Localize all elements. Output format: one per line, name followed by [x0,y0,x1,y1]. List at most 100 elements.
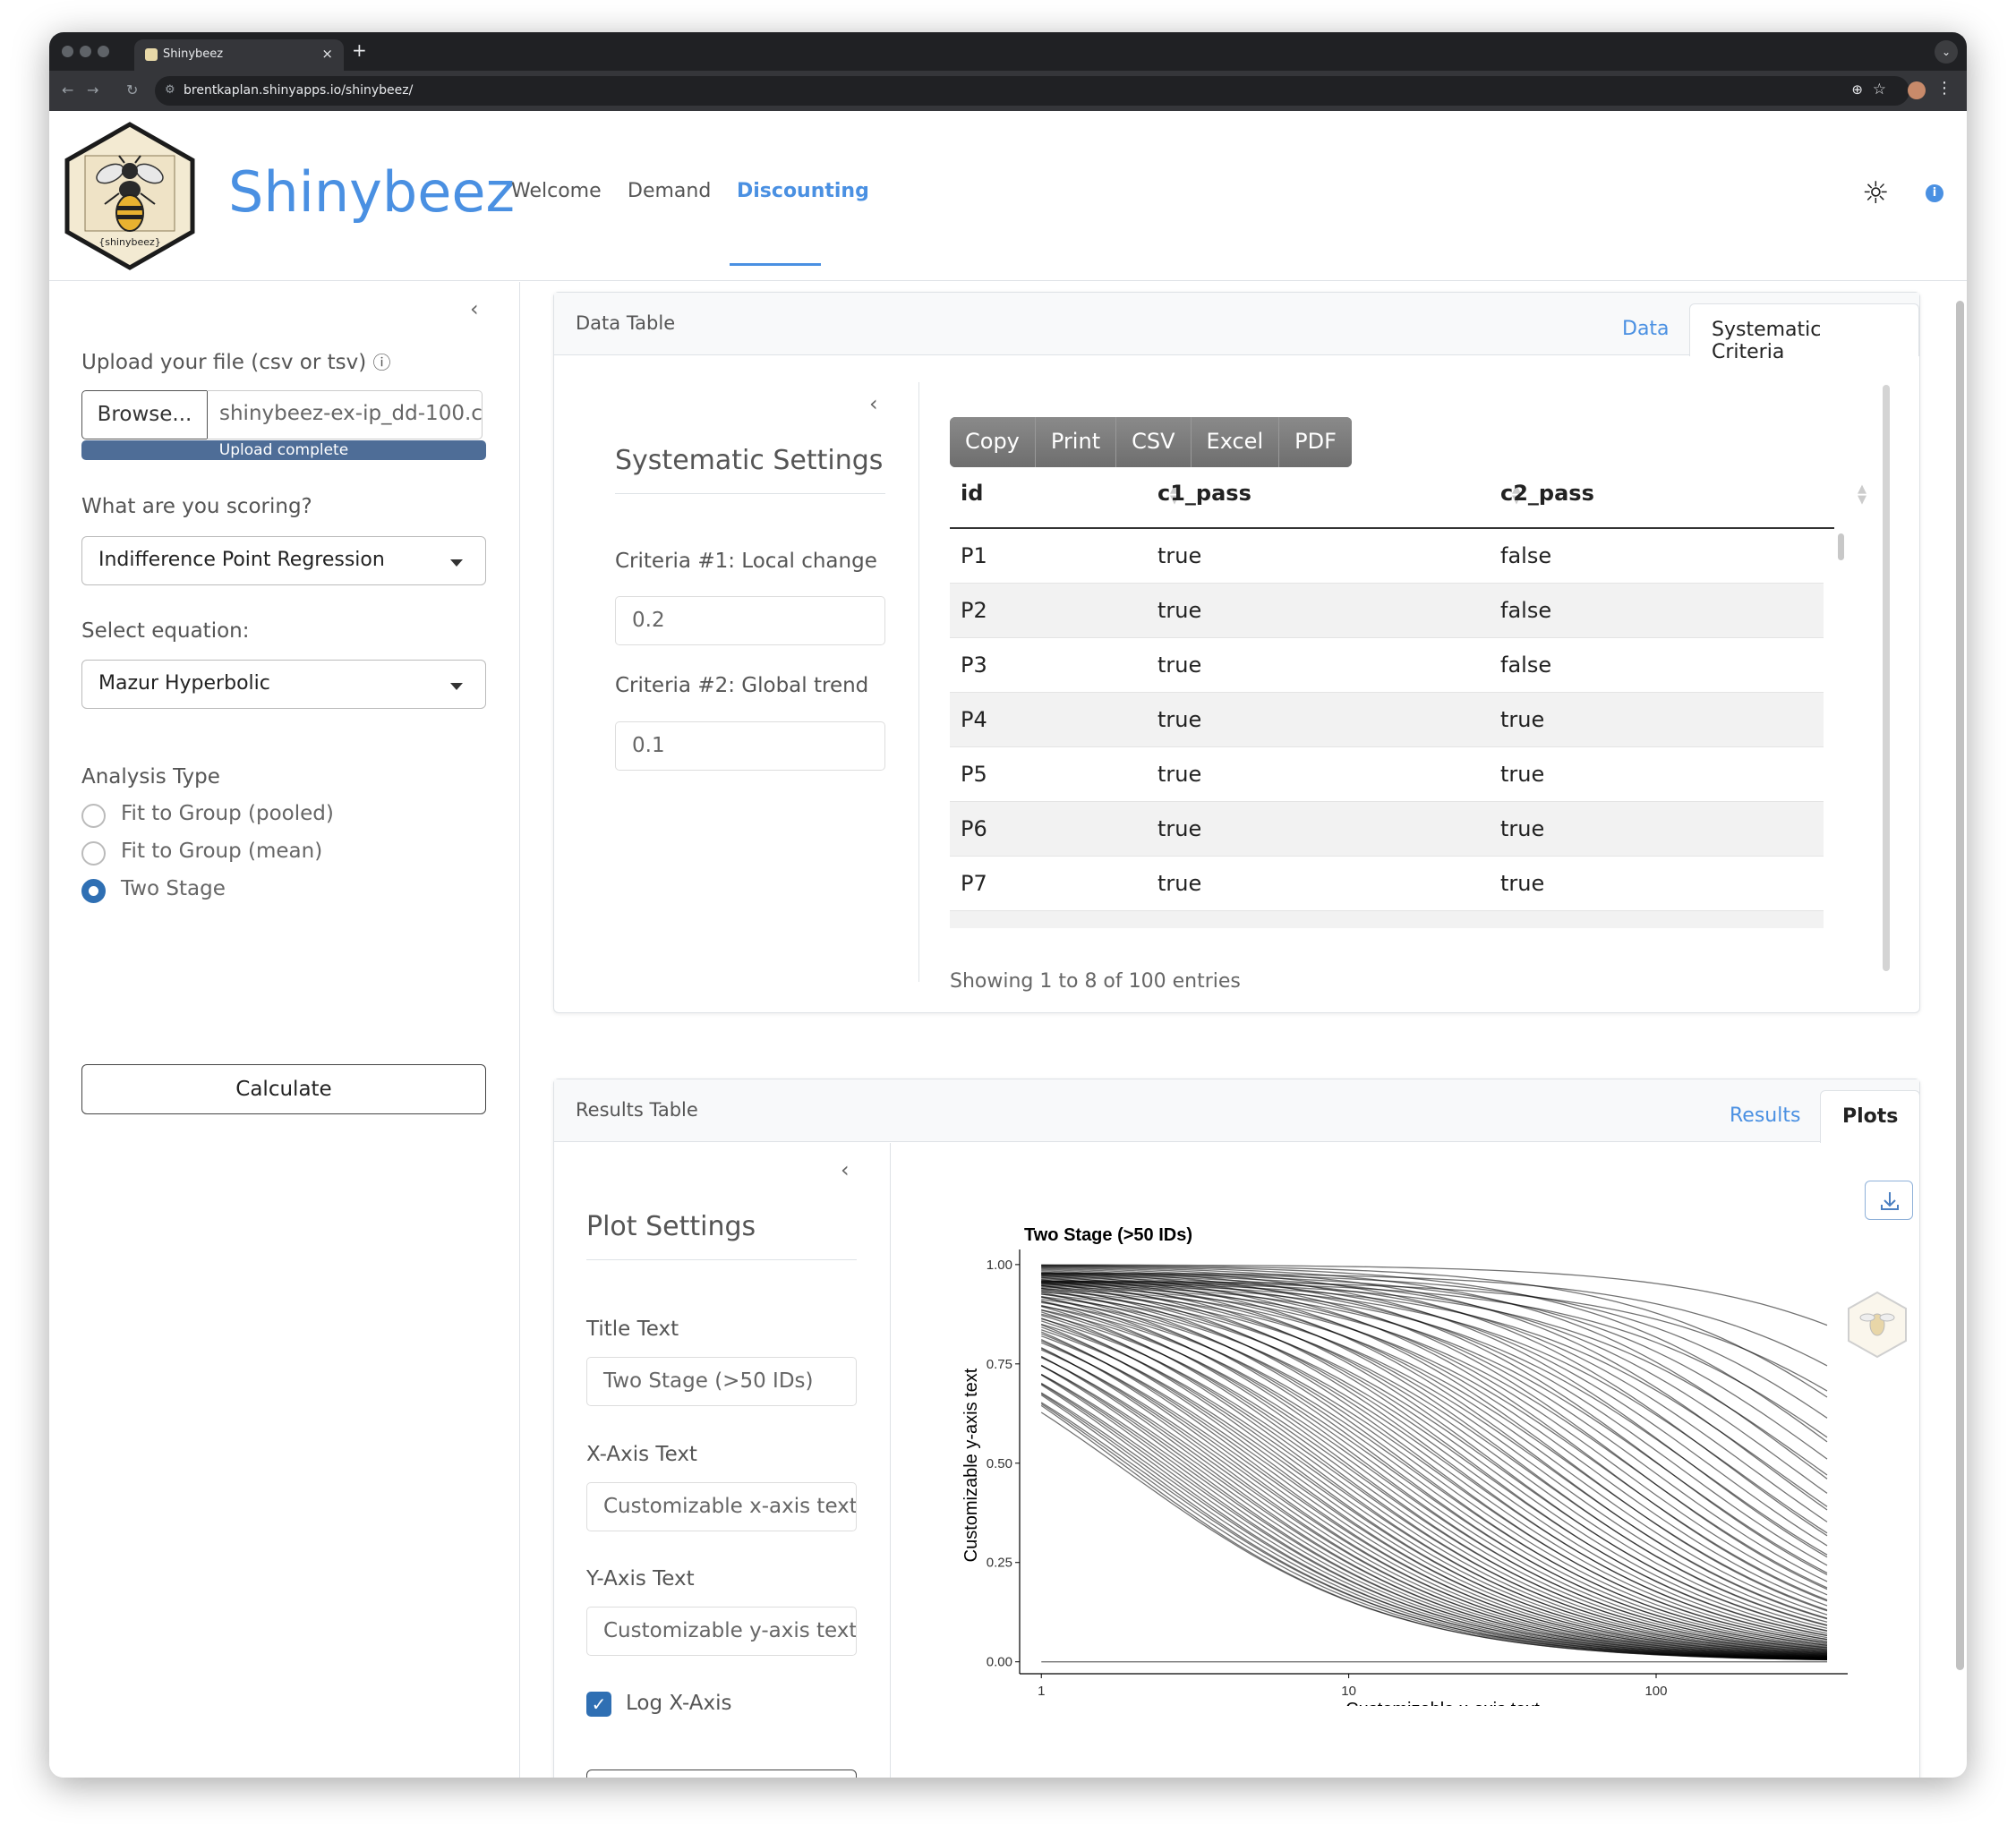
radio-circle-selected[interactable] [81,879,106,903]
browser-menu-icon[interactable]: ⋮ [1936,79,1952,98]
table-row[interactable]: P6 true true [950,802,1824,857]
cell-c2-pass: false [1500,543,1552,568]
browser-tab-title: Shinybeez [163,47,224,61]
cell-id: P8 [961,925,987,928]
criteria2-input[interactable]: 0.1 [615,721,885,771]
address-bar[interactable]: ⚙ brentkaplan.shinyapps.io/shinybeez/ ⊕ … [155,76,1909,106]
watermark-logo [1848,1291,1907,1359]
settings-collapse-icon[interactable]: ‹ [869,391,878,416]
equation-select[interactable]: Mazur Hyperbolic [81,660,486,709]
info-icon[interactable]: i [1926,184,1943,202]
cell-id: P5 [961,762,987,787]
print-button[interactable]: Print [1035,417,1117,467]
reload-icon[interactable]: ↻ [126,81,138,98]
cell-c1-pass: true [1157,871,1202,896]
x-axis-label: Customizable x-axis text [1345,1700,1540,1706]
browse-button[interactable]: Browse... [81,390,208,439]
url-text: brentkaplan.shinyapps.io/shinybeez/ [184,83,414,98]
new-tab-icon[interactable]: + [352,39,367,61]
cell-c1-pass: true [1157,707,1202,732]
plot-settings-button[interactable] [586,1770,857,1778]
radio-circle[interactable] [81,804,106,828]
divider [586,1259,857,1260]
series-line [1041,1281,1828,1476]
export-button-group: Copy Print CSV Excel PDF [950,417,1352,467]
page-scrollbar[interactable] [1956,301,1964,1670]
back-icon[interactable]: ← [62,81,73,98]
radio-label: Fit to Group (pooled) [121,802,334,825]
table-row[interactable]: P4 true true [950,693,1824,747]
card-title: Data Table [576,312,676,334]
table-row[interactable]: P3 true false [950,638,1824,693]
zoom-icon[interactable]: ⊕ [1851,81,1863,98]
xaxis-text-label: X-Axis Text [586,1443,697,1466]
nav-welcome[interactable]: Welcome [511,180,602,202]
forward-icon[interactable]: → [87,81,98,98]
log-x-axis-checkbox[interactable]: ✓ [586,1692,611,1717]
cell-c2-pass: true [1500,762,1545,787]
table-scrollbar[interactable] [1838,533,1844,560]
series-line [1041,1276,1828,1596]
title-text-input[interactable]: Two Stage (>50 IDs) [586,1357,857,1406]
csv-button[interactable]: CSV [1116,417,1192,467]
pdf-button[interactable]: PDF [1279,417,1352,467]
logo-caption: {shinybeez} [98,236,161,248]
card-scrollbar[interactable] [1883,385,1890,971]
sort-icon[interactable]: ▲ ▼ [1858,483,1867,506]
tab-plots[interactable]: Plots [1820,1090,1921,1143]
browser-toolbar: ← → ↻ ⚙ brentkaplan.shinyapps.io/shinybe… [49,71,1967,111]
copy-button[interactable]: Copy [950,417,1036,467]
maximize-window-dot[interactable] [98,46,109,57]
radio-circle[interactable] [81,841,106,866]
cell-c1-pass: true [1157,762,1202,787]
tab-data[interactable]: Data [1622,318,1670,340]
table-body[interactable]: P1 true false P2 true false P3 true fals… [950,529,1834,928]
cell-id: P2 [961,598,987,623]
table-row[interactable]: P2 true false [950,584,1824,638]
criteria1-input[interactable]: 0.2 [615,596,885,645]
cell-c2-pass: true [1500,707,1545,732]
nav-demand[interactable]: Demand [628,180,711,202]
column-header-c2-pass[interactable]: c2_pass [1500,481,1594,506]
close-window-dot[interactable] [62,46,73,57]
tab-search-icon[interactable]: ⌄ [1935,40,1958,64]
bookmark-star-icon[interactable]: ☆ [1873,81,1886,98]
xaxis-text-input[interactable]: Customizable x-axis text [586,1482,857,1531]
series-line [1041,1279,1828,1616]
card-title: Results Table [576,1099,698,1121]
info-circle-icon[interactable]: ⓘ [373,352,391,373]
sidebar-collapse-icon[interactable]: ‹ [470,296,479,321]
close-tab-icon[interactable]: × [321,46,333,62]
cell-c2-pass: true [1500,871,1545,896]
browser-tabbar: Shinybeez × + ⌄ [49,32,1967,71]
cell-c2-pass: false [1500,652,1552,678]
yaxis-text-input[interactable]: Customizable y-axis text [586,1607,857,1656]
table-row[interactable]: P7 true true [950,857,1824,911]
browser-tab[interactable]: Shinybeez × [134,39,344,71]
cell-c2-pass: true [1500,816,1545,841]
nav-discounting[interactable]: Discounting [737,180,869,202]
column-header-id[interactable]: id [961,481,983,506]
cell-c1-pass: true [1157,598,1202,623]
analysis-type-label: Analysis Type [81,765,220,789]
scoring-select[interactable]: Indifference Point Regression [81,536,486,585]
tab-systematic-criteria[interactable]: Systematic Criteria [1689,303,1919,363]
profile-avatar[interactable] [1908,81,1926,99]
column-header-c1-pass[interactable]: c1_pass [1157,481,1251,506]
plot-settings-panel: ‹ Plot Settings Title Text Two Stage (>5… [554,1143,891,1778]
discounting-line-chart[interactable]: Two Stage (>50 IDs) 0.00 0.25 0.50 0.75 1.00 1… [912,1205,1888,1706]
table-row[interactable]: P5 true true [950,747,1824,802]
table-row[interactable]: P8 true true [950,911,1824,928]
table-row[interactable]: P1 true false [950,529,1824,584]
calculate-button[interactable]: Calculate [81,1064,486,1114]
minimize-window-dot[interactable] [80,46,91,57]
shinybeez-logo[interactable]: {shinybeez} [64,122,196,270]
yaxis-text-label: Y-Axis Text [586,1567,695,1590]
site-settings-icon[interactable]: ⚙ [165,83,175,97]
browser-window: Shinybeez × + ⌄ ← → ↻ ⚙ brentkaplan.shin… [49,32,1967,1778]
tab-results[interactable]: Results [1730,1104,1800,1127]
settings-collapse-icon[interactable]: ‹ [841,1157,850,1182]
excel-button[interactable]: Excel [1191,417,1280,467]
theme-toggle-icon[interactable]: ☼ [1862,175,1889,211]
brand-title[interactable]: Shinybeez [228,159,515,225]
